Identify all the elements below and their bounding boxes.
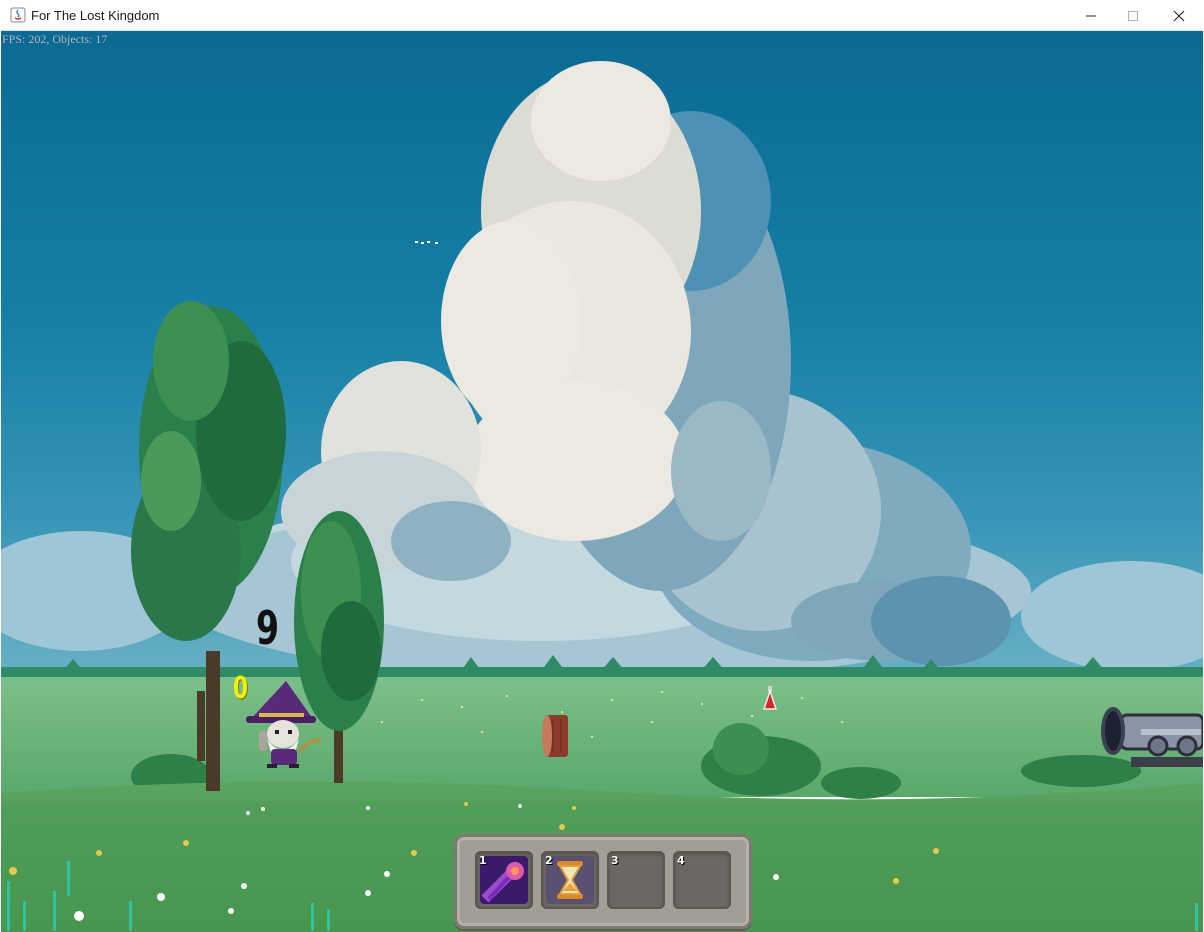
window-titlebar[interactable]: For The Lost Kingdom (0, 0, 1204, 31)
hotbar-slot-3[interactable]: 3 (607, 851, 665, 909)
close-button[interactable] (1156, 0, 1202, 31)
minimize-icon (1086, 15, 1096, 16)
floating-number-dark: 9 (256, 601, 280, 655)
game-scene (1, 31, 1203, 932)
slot-number: 2 (545, 854, 553, 867)
hotbar: 1 2 3 4 (454, 834, 752, 929)
maximize-button[interactable] (1110, 0, 1156, 31)
hotbar-slot-2[interactable]: 2 (541, 851, 599, 909)
log-stump (542, 715, 568, 757)
slot-number: 1 (479, 854, 487, 867)
window-title: For The Lost Kingdom (31, 8, 160, 23)
fps-counter: FPS: 202, Objects: 17 (2, 32, 108, 46)
game-canvas[interactable]: FPS: 202, Objects: 17 9 0 1 2 3 4 (1, 31, 1203, 932)
hotbar-slot-1[interactable]: 1 (475, 851, 533, 909)
minimize-button[interactable] (1068, 0, 1114, 31)
hotbar-slot-4[interactable]: 4 (673, 851, 731, 909)
close-icon (1173, 10, 1185, 21)
floating-number-yellow: 0 (233, 671, 249, 706)
slot-number: 3 (611, 854, 619, 867)
slot-number: 4 (677, 854, 685, 867)
maximize-icon (1128, 10, 1138, 21)
java-app-icon (10, 7, 26, 23)
